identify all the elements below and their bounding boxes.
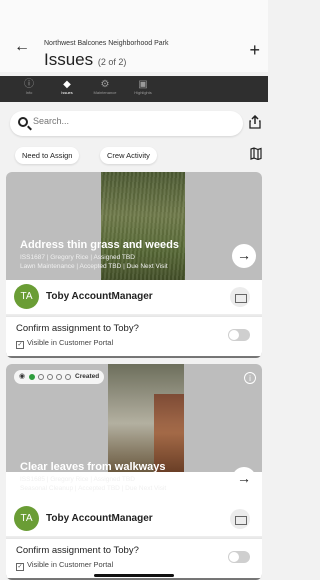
avatar: TA	[14, 506, 39, 531]
filter-crew-activity[interactable]: Crew Activity	[100, 147, 157, 164]
assignee-row: TA Toby AccountManager	[6, 502, 262, 536]
tab-highlights[interactable]: ▣ Highlights	[124, 76, 162, 102]
issue-title: Clear leaves from walkways	[20, 461, 166, 473]
issue-title: Address thin grass and weeds	[20, 239, 179, 251]
gear-icon: ⚙	[100, 79, 110, 90]
eye-icon: ◉	[19, 373, 26, 380]
avatar: TA	[14, 284, 39, 309]
issue-card[interactable]: ◉ Created i Clear leaves from walkways I…	[6, 364, 262, 580]
header: ← Northwest Balcones Neighborhood Park I…	[0, 0, 268, 72]
share-icon[interactable]	[249, 115, 261, 129]
assignee-name: Toby AccountManager	[46, 513, 153, 524]
map-icon[interactable]	[250, 147, 262, 160]
park-name: Northwest Balcones Neighborhood Park	[44, 40, 169, 47]
tab-issues[interactable]: ◆ Issues	[48, 76, 86, 102]
issue-meta: ISS1685 | Gregory Rice | Assigned TBD Se…	[20, 476, 167, 492]
diamond-icon: ◆	[63, 79, 71, 90]
confirm-toggle[interactable]	[228, 551, 250, 563]
back-arrow-icon[interactable]: ←	[14, 38, 30, 56]
tab-bar: ⓘ Info ◆ Issues ⚙ Maintenance ▣ Highlights	[0, 76, 268, 102]
confirm-text: Confirm assignment to Toby?	[16, 545, 139, 556]
search-icon	[18, 117, 28, 127]
home-indicator	[94, 574, 174, 577]
issue-count: (2 of 2)	[97, 57, 127, 67]
assignee-row: TA Toby AccountManager	[6, 280, 262, 314]
filter-need-to-assign[interactable]: Need to Assign	[15, 147, 80, 164]
confirm-row: Confirm assignment to Toby? ✓ Visible in …	[6, 316, 262, 356]
checkbox-icon[interactable]: ✓	[16, 341, 24, 349]
tab-info[interactable]: ⓘ Info	[10, 76, 48, 102]
mail-icon[interactable]	[230, 287, 250, 307]
page-title: Issues (2 of 2)	[44, 50, 126, 70]
info-icon: ⓘ	[24, 79, 34, 90]
mail-icon[interactable]	[230, 509, 250, 529]
confirm-toggle[interactable]	[228, 329, 250, 341]
info-icon[interactable]: i	[244, 372, 256, 384]
search-input[interactable]	[33, 116, 233, 126]
checkbox-icon[interactable]: ✓	[16, 563, 24, 571]
status-badge: ◉ Created	[14, 370, 104, 384]
portal-checkbox[interactable]: ✓ Visible in Customer Portal	[16, 560, 113, 571]
open-issue-button[interactable]: →	[232, 467, 256, 491]
confirm-row: Confirm assignment to Toby? ✓ Visible in …	[6, 538, 262, 578]
title-text: Issues	[44, 50, 94, 69]
tab-maintenance[interactable]: ⚙ Maintenance	[86, 76, 124, 102]
open-issue-button[interactable]: →	[232, 244, 256, 268]
photo-icon: ▣	[138, 79, 148, 90]
issue-meta: ISS1687 | Gregory Rice | Assigned TBD La…	[20, 254, 168, 270]
status-label: Created	[75, 373, 100, 380]
issue-card[interactable]: Address thin grass and weeds ISS1687 | G…	[6, 172, 262, 358]
search-bar[interactable]	[10, 111, 243, 136]
add-issue-button[interactable]: +	[249, 40, 260, 61]
portal-checkbox[interactable]: ✓ Visible in Customer Portal	[16, 338, 113, 349]
assignee-name: Toby AccountManager	[46, 291, 153, 302]
confirm-text: Confirm assignment to Toby?	[16, 323, 139, 334]
